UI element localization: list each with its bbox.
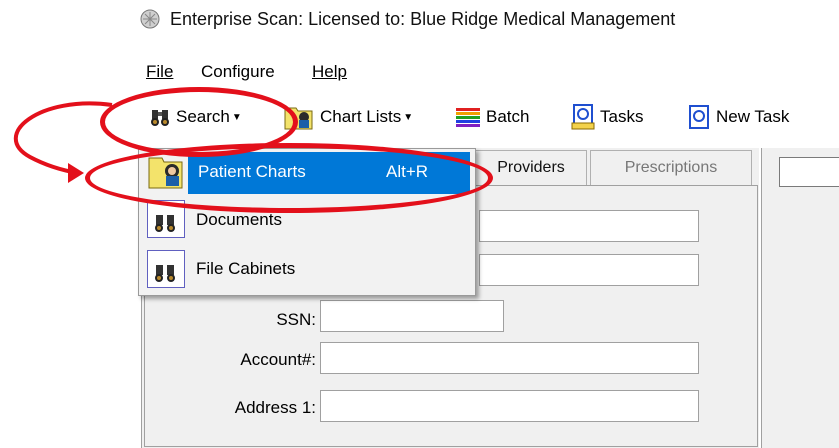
annotation-ellipse-patient-charts bbox=[85, 143, 493, 213]
menu-configure[interactable]: Configure bbox=[201, 62, 275, 82]
documents-label[interactable]: Documents bbox=[196, 210, 282, 230]
window-title: Enterprise Scan: Licensed to: Blue Ridge… bbox=[170, 9, 676, 29]
tasks-icon bbox=[571, 104, 595, 130]
batch-button[interactable]: Batch bbox=[454, 100, 529, 134]
text-field-2[interactable] bbox=[479, 254, 699, 286]
app-icon bbox=[140, 9, 160, 29]
menu-file[interactable]: File bbox=[146, 62, 173, 82]
address1-label: Address 1: bbox=[234, 398, 316, 417]
account-field[interactable] bbox=[320, 342, 699, 374]
ssn-label: SSN: bbox=[276, 310, 316, 329]
right-pane-input[interactable] bbox=[779, 157, 839, 187]
menu-help[interactable]: Help bbox=[312, 62, 347, 82]
annotation-arrow-icon bbox=[14, 101, 113, 183]
tasks-button[interactable]: Tasks bbox=[570, 100, 643, 134]
file-cabinets-label[interactable]: File Cabinets bbox=[196, 259, 295, 279]
tab-prescriptions[interactable]: Prescriptions bbox=[590, 150, 752, 185]
tasks-label: Tasks bbox=[600, 107, 644, 126]
new-task-icon bbox=[689, 105, 709, 129]
right-pane bbox=[761, 148, 839, 448]
new-task-button[interactable]: New Task bbox=[688, 100, 789, 134]
batch-icon bbox=[456, 108, 480, 127]
chart-lists-label: Chart Lists bbox=[320, 107, 402, 126]
text-field-1[interactable] bbox=[479, 210, 699, 242]
batch-label: Batch bbox=[486, 107, 530, 126]
account-label: Account#: bbox=[240, 350, 316, 369]
file-cabinets-icon bbox=[147, 250, 185, 288]
address1-field[interactable] bbox=[320, 390, 699, 422]
chart-lists-button[interactable]: Chart Lists ▼ bbox=[284, 100, 413, 134]
chevron-down-icon: ▼ bbox=[403, 111, 414, 123]
new-task-label: New Task bbox=[716, 107, 790, 126]
ssn-field[interactable] bbox=[320, 300, 504, 332]
